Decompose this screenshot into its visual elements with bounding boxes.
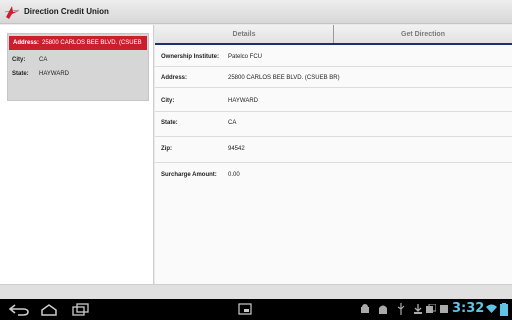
detail-value: CA: [228, 120, 237, 126]
detail-label: Zip:: [161, 146, 172, 152]
usb-icon: [397, 303, 405, 315]
detail-label: Surcharge Amount:: [161, 172, 217, 178]
download-icon: [414, 304, 422, 314]
clock: 3:32: [452, 301, 485, 316]
detail-value: 25800 CARLOS BEE BLVD. (CSUEB BR): [228, 75, 340, 81]
details-panel: Details Get Direction Ownership Institut…: [155, 25, 512, 284]
battery-icon: [500, 303, 508, 316]
title-bar: Direction Credit Union: [0, 0, 512, 24]
detail-row-zip: Zip: 94542: [155, 143, 512, 155]
detail-label: Ownership Institute:: [161, 54, 220, 60]
divider: [155, 136, 512, 137]
card-state-row: State: HAYWARD: [8, 67, 148, 81]
detail-value: HAYWARD: [228, 98, 258, 104]
detail-row-state: State: CA: [155, 117, 512, 129]
detail-value: 94542: [228, 146, 245, 152]
location-list-panel: Address: 25800 CARLOS BEE BLVD. (CSUEB C…: [0, 25, 154, 284]
tab-get-direction[interactable]: Get Direction: [334, 25, 512, 43]
detail-row-surcharge: Surcharge Amount: 0.00: [155, 169, 512, 181]
app-title: Direction Credit Union: [24, 7, 109, 16]
card-address-row[interactable]: Address: 25800 CARLOS BEE BLVD. (CSUEB: [9, 36, 147, 50]
gallery-icon: [426, 304, 436, 313]
detail-value: Patelco FCU: [228, 54, 263, 60]
android-icon: [379, 305, 387, 314]
recent-apps-icon[interactable]: [72, 303, 90, 316]
tab-details[interactable]: Details: [155, 25, 334, 43]
detail-label: City:: [161, 98, 175, 104]
tab-bar: Details Get Direction: [155, 25, 512, 45]
card-state-value: HAYWARD: [39, 71, 69, 77]
bottom-strip: [0, 284, 512, 299]
location-card[interactable]: Address: 25800 CARLOS BEE BLVD. (CSUEB C…: [7, 33, 149, 101]
detail-label: State:: [161, 120, 178, 126]
detail-label: Address:: [161, 75, 188, 81]
android-debug-icon: [361, 304, 369, 313]
card-city-label: City:: [12, 57, 26, 63]
divider: [155, 87, 512, 88]
card-city-value: CA: [39, 57, 48, 63]
divider: [155, 111, 512, 112]
detail-row-address: Address: 25800 CARLOS BEE BLVD. (CSUEB B…: [155, 72, 512, 84]
detail-value: 0.00: [228, 172, 240, 178]
divider: [155, 66, 512, 67]
detail-row-ownership: Ownership Institute: Patelco FCU: [155, 51, 512, 63]
home-icon[interactable]: [40, 304, 58, 316]
divider: [155, 162, 512, 163]
card-city-row: City: CA: [8, 53, 148, 67]
app-logo-icon: [4, 5, 20, 19]
card-address-value: 25800 CARLOS BEE BLVD. (CSUEB: [42, 40, 142, 46]
wifi-icon: [486, 304, 497, 313]
notification-icon: [440, 305, 448, 313]
back-icon[interactable]: [8, 303, 30, 316]
window-icon[interactable]: [238, 303, 252, 316]
detail-row-city: City: HAYWARD: [155, 95, 512, 107]
system-navigation-bar: 3:32: [0, 299, 512, 320]
card-state-label: State:: [12, 71, 29, 77]
card-address-label: Address:: [13, 40, 40, 46]
